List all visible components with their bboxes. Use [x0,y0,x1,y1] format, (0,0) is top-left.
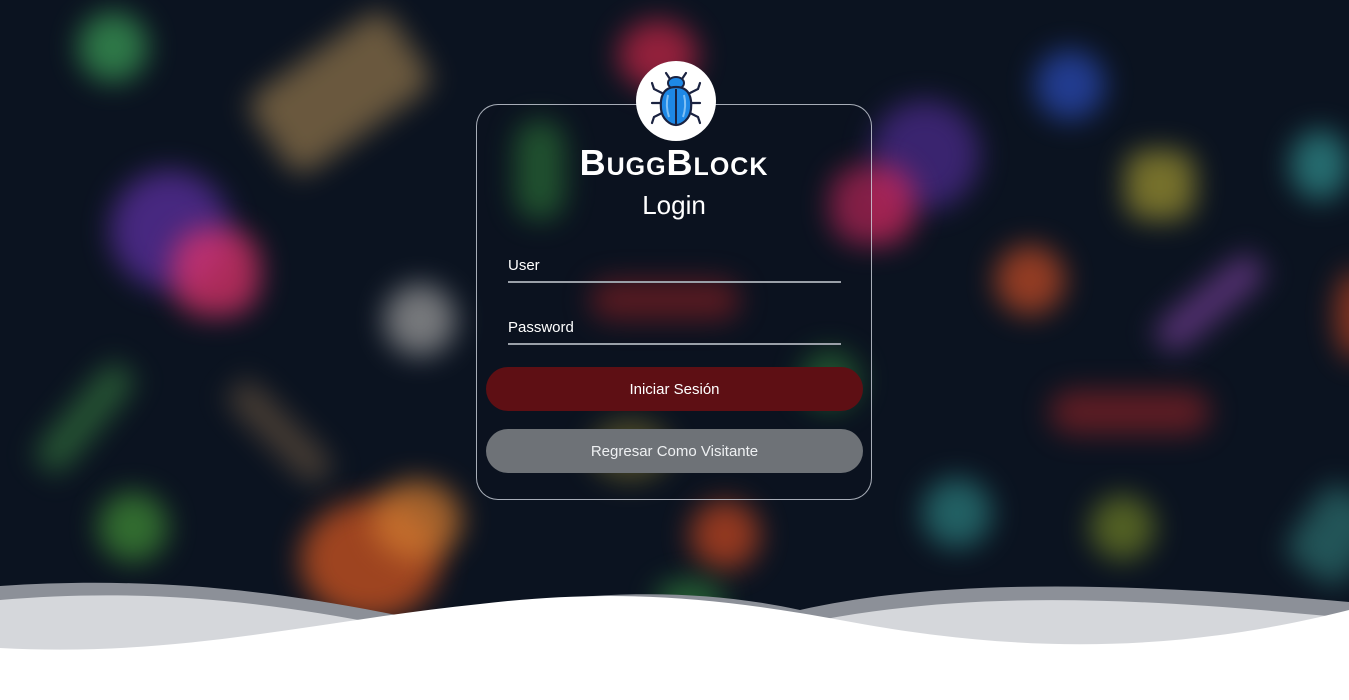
user-field[interactable]: User [508,249,841,283]
brand-name: BuggBlock [579,142,769,183]
login-button[interactable]: Iniciar Sesión [486,367,863,411]
bottom-waves [0,582,1349,700]
logo-badge [636,61,716,141]
user-label: User [508,257,540,274]
beetle-icon [646,69,706,134]
password-field[interactable]: Password [508,311,841,345]
login-title: Login [642,190,706,220]
guest-button[interactable]: Regresar Como Visitante [486,429,863,473]
password-label: Password [508,319,574,336]
